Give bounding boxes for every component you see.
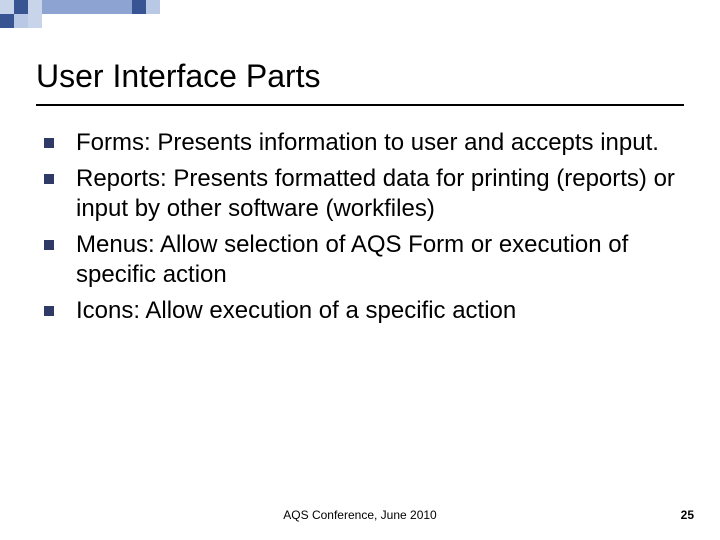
bullet-list: Forms: Presents information to user and …	[36, 128, 684, 332]
bullet-text: Icons: Allow execution of a specific act…	[76, 296, 516, 326]
list-item: Icons: Allow execution of a specific act…	[36, 296, 684, 326]
square-bullet-icon	[44, 306, 54, 316]
bullet-text: Reports: Presents formatted data for pri…	[76, 164, 684, 224]
corner-decoration	[0, 0, 170, 34]
bullet-text: Menus: Allow selection of AQS Form or ex…	[76, 230, 684, 290]
title-underline	[36, 104, 684, 106]
square-bullet-icon	[44, 138, 54, 148]
list-item: Menus: Allow selection of AQS Form or ex…	[36, 230, 684, 290]
page-number: 25	[681, 508, 694, 522]
slide-title: User Interface Parts	[36, 58, 321, 95]
footer-text: AQS Conference, June 2010	[0, 508, 720, 522]
list-item: Forms: Presents information to user and …	[36, 128, 684, 158]
square-bullet-icon	[44, 174, 54, 184]
bullet-text: Forms: Presents information to user and …	[76, 128, 659, 158]
list-item: Reports: Presents formatted data for pri…	[36, 164, 684, 224]
square-bullet-icon	[44, 240, 54, 250]
